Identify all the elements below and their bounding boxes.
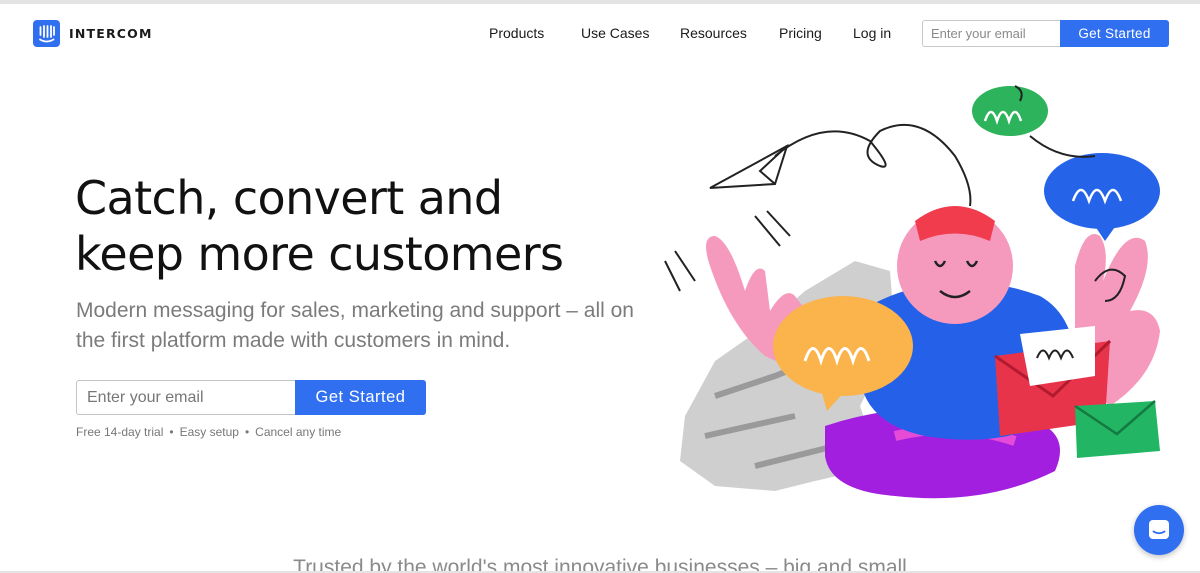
hero-get-started-button[interactable]: Get Started bbox=[295, 380, 426, 415]
hero-signup-form: Get Started bbox=[76, 380, 426, 415]
hero-perks: Free 14-day trial • Easy setup • Cancel … bbox=[76, 425, 341, 439]
hero-title: Catch, convert and keep more customers bbox=[75, 170, 635, 282]
perk-item: Free 14-day trial bbox=[76, 425, 164, 439]
nav-log-in[interactable]: Log in bbox=[853, 25, 891, 41]
chat-launcher-button[interactable] bbox=[1134, 505, 1184, 555]
intercom-logo[interactable]: INTERCOM bbox=[33, 20, 153, 47]
nav-products[interactable]: Products bbox=[489, 25, 544, 41]
nav-use-cases[interactable]: Use Cases bbox=[581, 25, 649, 41]
nav-resources[interactable]: Resources bbox=[680, 25, 747, 41]
intercom-logo-icon bbox=[33, 20, 60, 47]
hero-subtitle: Modern messaging for sales, marketing an… bbox=[76, 299, 634, 352]
hero-title-line-1: Catch, convert and bbox=[75, 171, 503, 225]
nav-pricing[interactable]: Pricing bbox=[779, 25, 822, 41]
hero-title-line-2: keep more customers bbox=[75, 227, 564, 281]
site-header: INTERCOM Products Use Cases Resources Pr… bbox=[0, 4, 1200, 64]
header-email-input[interactable] bbox=[922, 20, 1060, 47]
perk-separator: • bbox=[244, 425, 250, 439]
perk-item: Cancel any time bbox=[255, 425, 342, 439]
hero-character-illustration bbox=[664, 85, 1160, 499]
hero-email-input[interactable] bbox=[76, 380, 295, 415]
chat-launcher-icon bbox=[1149, 520, 1169, 539]
header-get-started-button[interactable]: Get Started bbox=[1060, 20, 1169, 47]
brand-name: INTERCOM bbox=[69, 26, 153, 41]
perk-separator: • bbox=[169, 425, 174, 439]
header-signup-form: Get Started bbox=[922, 20, 1169, 47]
perk-item: Easy setup bbox=[179, 425, 239, 439]
